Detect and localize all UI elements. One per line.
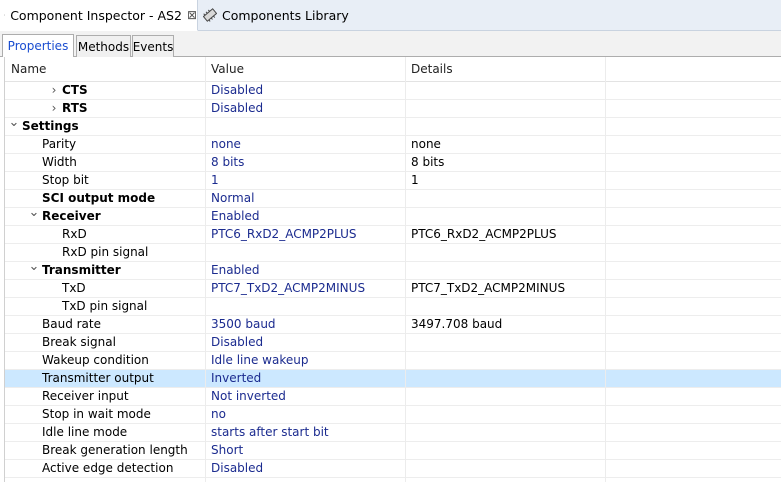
property-value[interactable]: Enabled [211,262,260,279]
property-name: TxD pin signal [62,299,148,313]
column-divider [605,57,606,482]
table-row[interactable]: Baud rate 3500 baud 3497.708 baud [5,316,781,334]
property-name: Active edge detection [42,461,174,475]
property-value[interactable]: 1 [211,172,219,189]
property-name: RxD [62,227,87,241]
property-value[interactable]: Not inverted [211,388,286,405]
property-value[interactable]: Idle line wakeup [211,352,308,369]
table-row[interactable]: Transmitter output Inverted [5,370,781,388]
table-row[interactable]: Idle line mode starts after start bit [5,424,781,442]
property-name: Width [42,155,77,169]
property-name: Parity [42,137,77,151]
component-icon [4,14,6,16]
table-row[interactable]: Stop in wait mode no [5,406,781,424]
inspector-subtabs: Properties Methods Events [0,31,781,57]
table-row[interactable]: ⌄ Receiver Enabled [5,206,781,226]
table-row[interactable]: ⌄ Settings [5,116,781,136]
tab-label: Components Library [222,7,349,23]
table-row[interactable]: RxD PTC6_RxD2_ACMP2PLUS PTC6_RxD2_ACMP2PLU… [5,226,781,244]
property-value[interactable]: 3500 baud [211,316,276,333]
property-name: RTS [62,101,88,115]
property-value[interactable]: Disabled [211,82,263,99]
tab-components-library[interactable]: Components Library [199,0,349,30]
property-value[interactable]: no [211,406,226,423]
chevron-right-icon[interactable]: › [48,82,60,99]
chevron-down-icon[interactable]: ⌄ [8,116,20,135]
table-row[interactable]: › RTS Disabled [5,100,781,118]
property-name: RxD pin signal [62,245,149,259]
table-row[interactable]: Break signal Disabled [5,334,781,352]
property-value[interactable]: Enabled [211,208,260,225]
tab-label: Component Inspector - AS2 [10,7,182,23]
property-details: 1 [411,173,419,187]
close-icon[interactable]: ⊠ [187,8,197,22]
table-row[interactable]: ⌄ Transmitter Enabled [5,260,781,280]
table-row[interactable]: SCI output mode Normal [5,190,781,208]
property-name: Baud rate [42,317,101,331]
table-row[interactable]: Receiver input Not inverted [5,388,781,406]
column-header-value[interactable]: Value [205,57,405,81]
property-value[interactable]: Normal [211,190,254,207]
table-row[interactable]: Parity none none [5,136,781,154]
property-value[interactable]: Inverted [211,370,261,387]
tab-events[interactable]: Events [132,35,174,57]
table-row[interactable]: › CTS Disabled [5,82,781,100]
property-details: 3497.708 baud [411,317,503,331]
property-details: PTC6_RxD2_ACMP2PLUS [411,227,557,241]
property-details: none [411,137,441,151]
property-name: Stop bit [42,173,89,187]
table-header: Name Value Details [5,57,781,82]
column-header-name[interactable]: Name [5,57,205,81]
chevron-down-icon[interactable]: ⌄ [28,260,40,279]
chevron-down-icon[interactable]: ⌄ [28,206,40,225]
view-tab-bar: Component Inspector - AS2 ⊠ Components L… [0,0,781,31]
column-header-details[interactable]: Details [405,57,605,81]
property-details: PTC7_TxD2_ACMP2MINUS [411,281,566,295]
tab-component-inspector[interactable]: Component Inspector - AS2 ⊠ [0,0,198,31]
property-details: 8 bits [411,155,445,169]
table-row[interactable]: Wakeup condition Idle line wakeup [5,352,781,370]
component-icon [203,8,217,22]
property-name: Transmitter [42,263,121,277]
property-value[interactable]: Disabled [211,100,263,117]
property-value[interactable]: Short [211,442,243,459]
property-name: TxD [62,281,86,295]
property-name: Idle line mode [42,425,128,439]
property-name: Receiver [42,209,101,223]
property-name: Stop in wait mode [42,407,151,421]
property-name: Transmitter output [42,371,154,385]
property-name: Settings [22,119,79,133]
tab-methods[interactable]: Methods [76,35,131,57]
property-value[interactable]: PTC7_TxD2_ACMP2MINUS [211,280,365,297]
property-name: Wakeup condition [42,353,149,367]
column-divider [405,57,406,482]
table-row[interactable]: TxD PTC7_TxD2_ACMP2MINUS PTC7_TxD2_ACMP2MI… [5,280,781,298]
property-name: CTS [62,83,88,97]
property-name: SCI output mode [42,191,156,205]
property-value[interactable]: Disabled [211,334,263,351]
property-value[interactable]: starts after start bit [211,424,329,441]
table-row[interactable]: Width 8 bits 8 bits [5,154,781,172]
properties-table: Name Value Details › CTS Disabled › RTS Disab… [4,57,781,482]
chevron-right-icon[interactable]: › [48,100,60,117]
property-value[interactable]: PTC6_RxD2_ACMP2PLUS [211,226,357,243]
property-name: Receiver input [42,389,129,403]
column-divider [205,57,206,482]
table-row[interactable]: Break generation length Short [5,442,781,460]
property-value[interactable]: Disabled [211,460,263,477]
tab-properties[interactable]: Properties [2,34,74,57]
table-row[interactable]: RxD pin signal [5,244,781,262]
property-value[interactable]: 8 bits [211,154,244,171]
property-name: Break generation length [42,443,188,457]
table-row[interactable]: Active edge detection Disabled [5,460,781,478]
property-value[interactable]: none [211,136,241,153]
table-row[interactable]: Stop bit 1 1 [5,172,781,190]
table-row[interactable]: TxD pin signal [5,298,781,316]
property-name: Break signal [42,335,116,349]
